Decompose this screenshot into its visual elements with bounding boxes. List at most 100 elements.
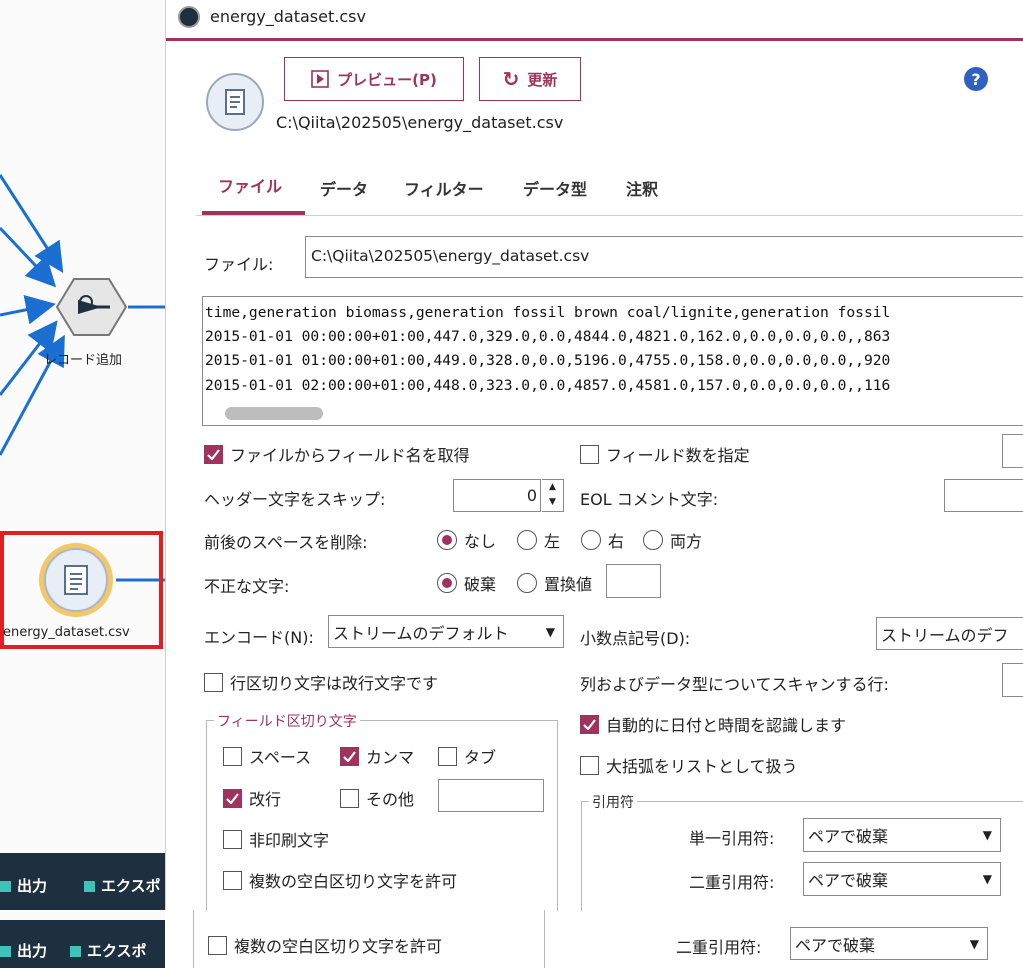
ghost-multi-blank-label: 複数の空白区切り文字を許可 xyxy=(234,937,443,956)
skip-header-label: ヘッダー文字をスキップ: xyxy=(204,490,386,509)
export-icon xyxy=(84,881,95,892)
radio-icon xyxy=(517,573,537,593)
merge-node-label: レコード追加 xyxy=(44,353,123,368)
single-quote-value: ペアで破棄 xyxy=(808,827,889,846)
strip-right-label: 右 xyxy=(608,532,625,551)
ghost-multi-blank: 複数の空白区切り文字を許可 xyxy=(208,933,442,957)
invalid-discard-label: 破棄 xyxy=(464,575,497,594)
spinner[interactable]: ▲ ▼ xyxy=(542,479,564,512)
delim-other-label: その他 xyxy=(366,790,415,809)
single-quote-select[interactable]: ペアで破棄 ▼ xyxy=(803,818,1001,852)
app-icon xyxy=(178,6,200,28)
invalid-discard-radio[interactable]: 破棄 xyxy=(437,571,496,595)
file-node-icon xyxy=(206,73,264,131)
chevron-down-icon: ▼ xyxy=(969,936,979,951)
delim-tab-option[interactable]: タブ xyxy=(438,744,496,768)
radio-icon xyxy=(643,530,663,550)
radio-icon xyxy=(517,530,537,550)
decimal-value: ストリームのデフ xyxy=(881,625,1009,645)
invalid-replace-radio[interactable]: 置換値 xyxy=(517,571,592,595)
checkbox-icon xyxy=(223,829,242,849)
strip-none-radio[interactable]: なし xyxy=(437,528,496,552)
eol-comment-input[interactable] xyxy=(944,479,1023,512)
replace-value-input[interactable] xyxy=(606,564,661,598)
delim-comma-option[interactable]: カンマ xyxy=(340,744,414,768)
source-node[interactable] xyxy=(39,543,113,617)
delim-newline-option[interactable]: 改行 xyxy=(223,786,281,810)
file-field-label: ファイル: xyxy=(204,255,274,274)
horizontal-scrollbar-thumb[interactable] xyxy=(225,407,323,420)
file-preview-area[interactable]: time,generation biomass,generation fossi… xyxy=(202,296,1023,426)
radio-selected-icon xyxy=(437,530,457,550)
preview-button[interactable]: プレビュー(P) xyxy=(284,57,464,101)
auto-date-label: 自動的に日付と時間を認識します xyxy=(606,716,847,735)
ghost-double-select: ペアで破棄 ▼ xyxy=(790,927,988,960)
checkbox-checked-icon xyxy=(580,714,599,734)
checkbox-checked-icon xyxy=(204,444,223,464)
spinner-up-icon[interactable]: ▲ xyxy=(542,480,563,495)
refresh-button-label: 更新 xyxy=(527,70,558,89)
skip-header-input[interactable]: 0 xyxy=(453,479,541,512)
palette-output-label: 出力 xyxy=(17,942,48,960)
brackets-list-option[interactable]: 大括弧をリストとして扱う xyxy=(580,753,798,777)
delim-space-option[interactable]: スペース xyxy=(223,744,311,768)
encoding-value: ストリームのデフォルト xyxy=(333,623,509,643)
strip-none-label: なし xyxy=(464,532,497,551)
preview-line: time,generation biomass,generation fossi… xyxy=(205,304,891,321)
tab-annotations[interactable]: 注釈 xyxy=(626,176,658,200)
auto-date-option[interactable]: 自動的に日付と時間を認識します xyxy=(580,712,846,736)
decimal-select[interactable]: ストリームのデフ xyxy=(876,617,1023,650)
palette-output-ghost: 出力 xyxy=(0,940,47,961)
delim-other-option[interactable]: その他 xyxy=(340,786,414,810)
strip-both-radio[interactable]: 両方 xyxy=(643,528,702,552)
single-quote-label: 単一引用符: xyxy=(689,829,775,848)
delim-multi-blank-option[interactable]: 複数の空白区切り文字を許可 xyxy=(223,868,457,892)
strip-right-radio[interactable]: 右 xyxy=(581,528,624,552)
checkbox-checked-icon xyxy=(340,746,359,766)
tab-data[interactable]: データ xyxy=(320,176,368,200)
file-node-icon xyxy=(44,548,108,612)
palette-output[interactable]: 出力 xyxy=(0,875,47,896)
stream-canvas[interactable]: レコード追加 energy_dataset.csv 出力 エクスポ 出力 エクス… xyxy=(0,0,165,968)
specify-field-count-option[interactable]: フィールド数を指定 xyxy=(580,442,750,466)
double-quote-value: ペアで破棄 xyxy=(808,871,889,890)
output-icon xyxy=(0,946,11,957)
palette-export-ghost: エクスポ xyxy=(70,940,147,961)
delim-nonprint-option[interactable]: 非印刷文字 xyxy=(223,827,329,851)
radio-icon xyxy=(581,530,601,550)
line-delimiter-option[interactable]: 行区切り文字は改行文字です xyxy=(204,670,438,694)
checkbox-icon xyxy=(223,870,242,890)
encoding-label: エンコード(N): xyxy=(204,628,314,647)
palette-export[interactable]: エクスポ xyxy=(84,875,161,896)
field-count-input[interactable] xyxy=(1002,434,1023,468)
merge-node-icon xyxy=(55,278,128,336)
ghost-double-label: 二重引用符: xyxy=(676,938,762,957)
double-quote-select[interactable]: ペアで破棄 ▼ xyxy=(803,862,1001,896)
link-arrow xyxy=(0,226,57,288)
delim-other-input[interactable] xyxy=(438,779,544,812)
line-delimiter-label: 行区切り文字は改行文字です xyxy=(230,674,439,693)
delim-comma-label: カンマ xyxy=(366,748,415,767)
checkbox-checked-icon xyxy=(223,788,242,808)
play-icon xyxy=(311,70,329,88)
file-path-input[interactable]: C:\Qiita\202505\energy_dataset.csv xyxy=(305,236,1023,278)
tab-types[interactable]: データ型 xyxy=(523,176,587,200)
get-field-names-option[interactable]: ファイルからフィールド名を取得 xyxy=(204,442,470,466)
quotes-title: 引用符 xyxy=(589,792,637,812)
scan-rows-input[interactable] xyxy=(1002,663,1023,697)
encoding-select[interactable]: ストリームのデフォルト ▼ xyxy=(328,615,564,648)
refresh-button[interactable]: ↻ 更新 xyxy=(479,57,581,101)
delim-space-label: スペース xyxy=(249,748,312,767)
chevron-down-icon: ▼ xyxy=(545,624,555,639)
checkbox-icon xyxy=(204,672,223,692)
brackets-list-label: 大括弧をリストとして扱う xyxy=(606,757,798,776)
strip-left-radio[interactable]: 左 xyxy=(517,528,560,552)
tab-filter[interactable]: フィルター xyxy=(404,176,484,200)
spinner-down-icon[interactable]: ▼ xyxy=(542,495,563,510)
help-icon[interactable]: ? xyxy=(964,67,988,91)
link-arrow xyxy=(0,294,56,325)
checkbox-icon xyxy=(438,746,457,766)
tab-file[interactable]: ファイル xyxy=(218,173,282,197)
preview-line: 2015-01-01 00:00:00+01:00,447.0,329.0,0.… xyxy=(205,328,891,345)
stream-links xyxy=(0,174,165,582)
